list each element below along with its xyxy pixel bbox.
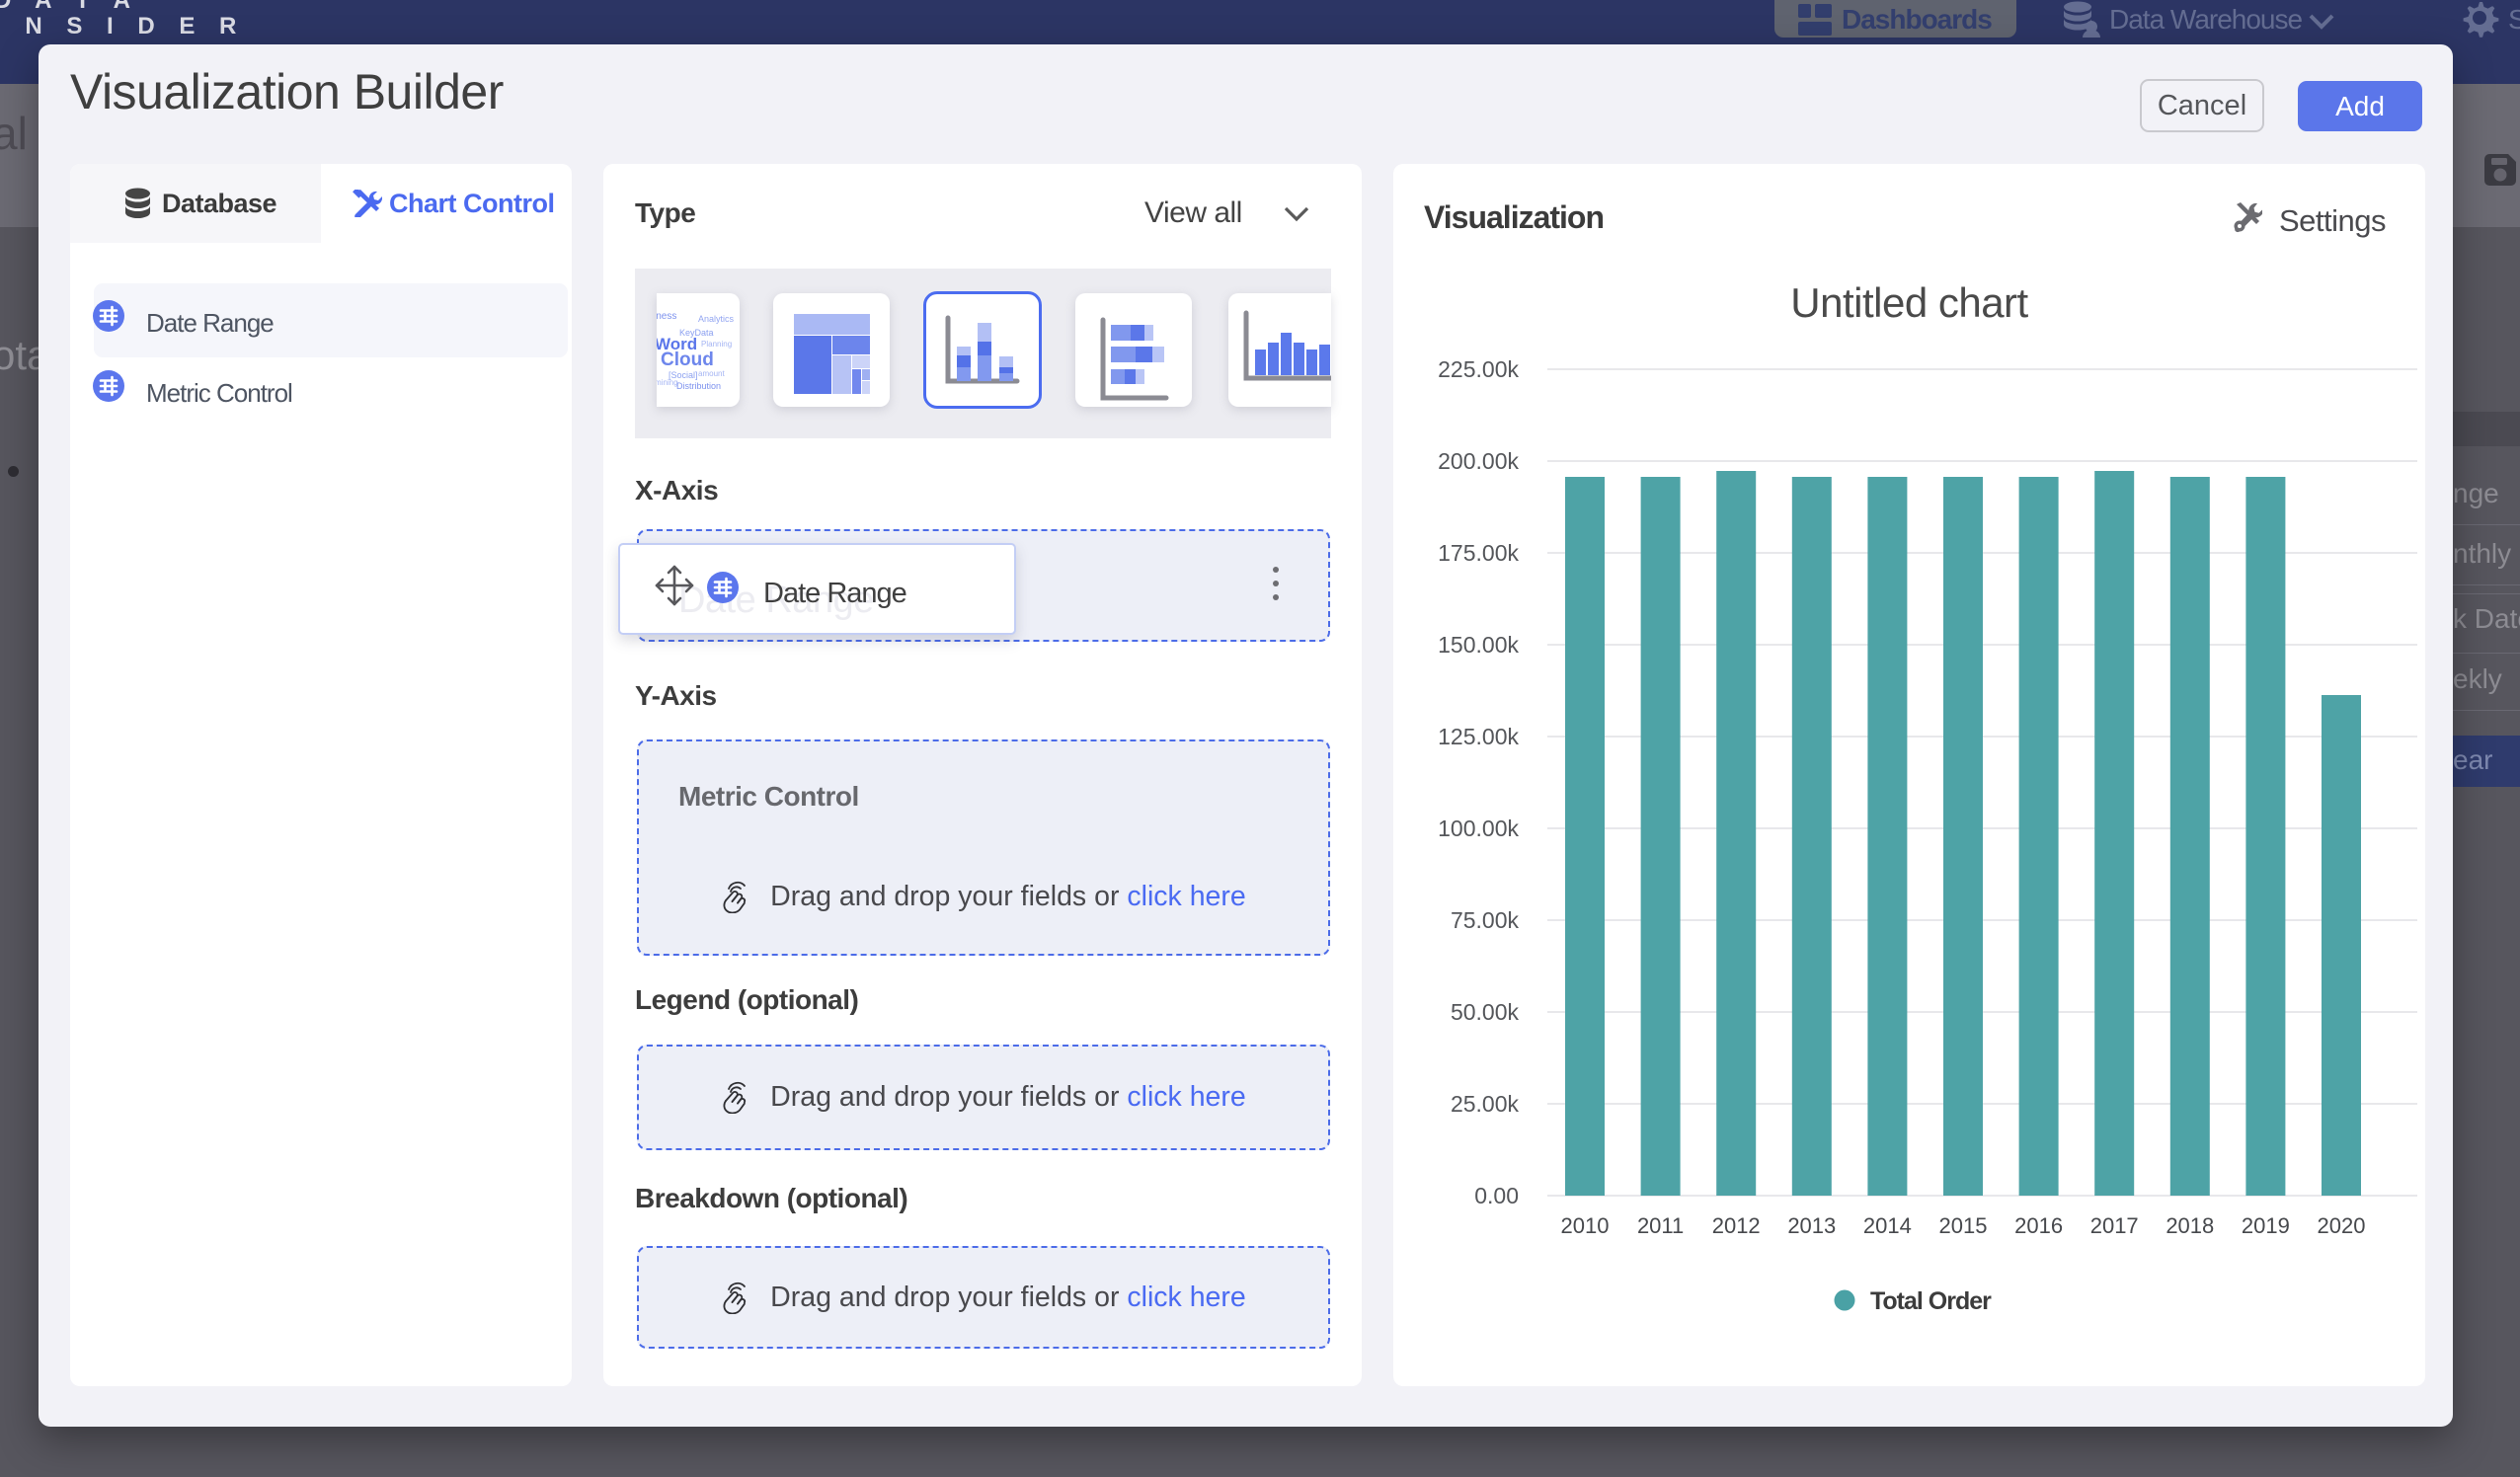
svg-text:225.00k: 225.00k	[1438, 356, 1519, 382]
svg-text:175.00k: 175.00k	[1438, 540, 1519, 566]
svg-text:2020: 2020	[2318, 1213, 2366, 1238]
svg-text:2015: 2015	[1939, 1213, 1988, 1238]
svg-text:2018: 2018	[2166, 1213, 2214, 1238]
svg-text:2019: 2019	[2242, 1213, 2290, 1238]
svg-text:75.00k: 75.00k	[1451, 907, 1520, 933]
svg-text:2013: 2013	[1787, 1213, 1836, 1238]
svg-text:100.00k: 100.00k	[1438, 816, 1519, 841]
svg-text:150.00k: 150.00k	[1438, 632, 1519, 658]
svg-text:200.00k: 200.00k	[1438, 448, 1519, 474]
svg-text:50.00k: 50.00k	[1451, 999, 1520, 1025]
svg-text:0.00: 0.00	[1474, 1183, 1519, 1208]
svg-text:2011: 2011	[1637, 1213, 1684, 1238]
svg-text:2014: 2014	[1863, 1213, 1912, 1238]
svg-text:125.00k: 125.00k	[1438, 724, 1519, 749]
svg-text:Total Order: Total Order	[1870, 1287, 1992, 1315]
svg-text:2010: 2010	[1561, 1213, 1610, 1238]
svg-text:25.00k: 25.00k	[1451, 1091, 1520, 1117]
svg-text:2012: 2012	[1712, 1213, 1761, 1238]
svg-text:2017: 2017	[2090, 1213, 2139, 1238]
svg-text:2016: 2016	[2014, 1213, 2063, 1238]
